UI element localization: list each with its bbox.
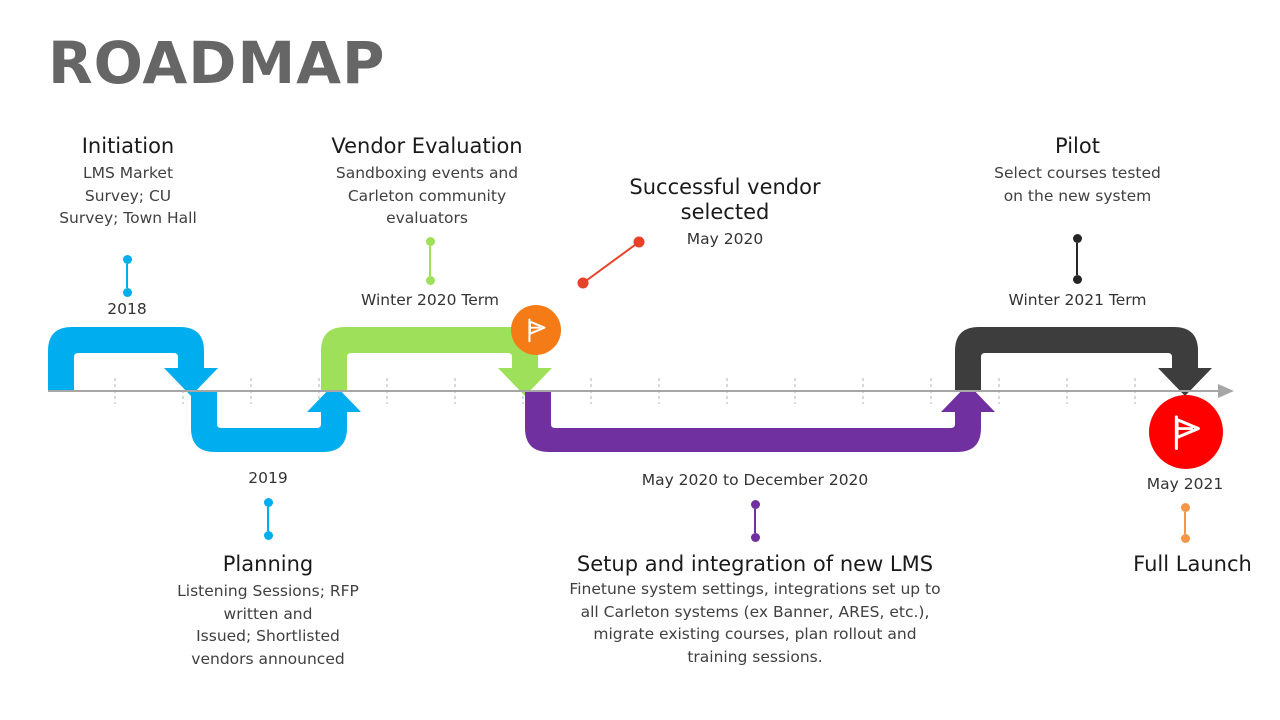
- connector-dot-bottom: [1072, 275, 1082, 284]
- connector-stem: [754, 509, 756, 533]
- milestone-vendor-evaluation: Vendor Evaluation Sandboxing events and …: [312, 134, 542, 230]
- milestone-pilot-title: Pilot: [1055, 134, 1100, 158]
- connector-stem: [429, 246, 431, 276]
- milestone-setup-integration-date: May 2020 to December 2020: [641, 471, 869, 489]
- milestone-planning-title: Planning: [222, 552, 314, 576]
- connector-dot-top: [1072, 234, 1082, 243]
- full-launch-flag-badge[interactable]: [1149, 395, 1223, 469]
- milestone-full-launch: Full Launch: [1105, 552, 1280, 577]
- milestone-vendor-evaluation-desc: Sandboxing events and Carleton community…: [335, 163, 519, 228]
- connector-dot-top: [263, 498, 273, 507]
- connector-dot-bottom: [750, 533, 760, 542]
- milestone-planning-date: 2019: [248, 469, 288, 487]
- connector-dot-top: [750, 500, 760, 509]
- connector-dot-top: [1180, 503, 1190, 512]
- milestone-pilot: Pilot Select courses tested on the new s…: [960, 134, 1195, 207]
- segment-setup-integration: [525, 384, 995, 452]
- connector-initiation: [122, 255, 132, 297]
- milestone-pilot-date-wrap: Winter 2021 Term: [980, 290, 1175, 312]
- connector-stem: [1184, 512, 1186, 534]
- milestone-successful-vendor-title: Successful vendor selected: [629, 175, 821, 224]
- flag-icon: [1174, 415, 1200, 451]
- milestone-initiation-date-wrap: 2018: [67, 299, 187, 321]
- milestone-vendor-evaluation-title: Vendor Evaluation: [331, 134, 523, 158]
- connector-setup-integration: [750, 500, 760, 542]
- milestone-setup-integration-title: Setup and integration of new LMS: [576, 552, 934, 576]
- milestone-full-launch-date: May 2021: [1146, 475, 1224, 493]
- connector-dot-bottom: [263, 531, 273, 540]
- milestone-vendor-evaluation-date: Winter 2020 Term: [361, 291, 499, 309]
- segment-initiation: [48, 327, 218, 396]
- segment-pilot: [955, 327, 1212, 396]
- connector-vendor-evaluation: [425, 237, 435, 285]
- milestone-full-launch-date-wrap: May 2021: [1120, 474, 1250, 496]
- connector-full-launch: [1180, 503, 1190, 543]
- milestone-pilot-desc: Select courses tested on the new system: [994, 163, 1161, 205]
- connector-pilot: [1072, 234, 1082, 284]
- milestone-initiation-desc: LMS Market Survey; CU Survey; Town Hall: [59, 163, 197, 228]
- milestone-successful-vendor-date: May 2020: [686, 229, 764, 248]
- connector-dot-bottom: [122, 288, 132, 297]
- connector-dot-bottom: [1180, 534, 1190, 543]
- connector-stem: [1076, 243, 1078, 275]
- milestone-planning-desc: Listening Sessions; RFP written and Issu…: [177, 581, 359, 669]
- milestone-pilot-date: Winter 2021 Term: [1008, 291, 1147, 309]
- page-title: ROADMAP: [48, 29, 386, 97]
- connector-stem: [126, 264, 128, 288]
- milestone-full-launch-title: Full Launch: [1133, 552, 1252, 576]
- milestone-setup-integration: Setup and integration of new LMS Finetun…: [530, 552, 980, 669]
- roadmap-canvas: ROADMAP Initiation LMS Market Survey; CU…: [0, 0, 1280, 720]
- milestone-planning-date-wrap: 2019: [208, 468, 328, 490]
- milestone-initiation-date: 2018: [107, 300, 147, 318]
- connector-dot-top: [425, 237, 435, 246]
- milestone-vendor-evaluation-date-wrap: Winter 2020 Term: [335, 290, 525, 312]
- milestone-setup-integration-date-wrap: May 2020 to December 2020: [605, 470, 905, 492]
- milestone-successful-vendor: Successful vendor selected May 2020: [620, 175, 830, 250]
- connector-dot-top: [122, 255, 132, 264]
- connector-planning: [263, 498, 273, 540]
- milestone-initiation-title: Initiation: [81, 134, 175, 158]
- segment-planning: [191, 384, 361, 452]
- milestone-setup-integration-desc: Finetune system settings, integrations s…: [569, 579, 941, 667]
- flag-icon: [528, 318, 546, 343]
- connector-dot-bottom: [425, 276, 435, 285]
- vendor-selected-flag-badge[interactable]: [511, 305, 561, 355]
- milestone-planning: Planning Listening Sessions; RFP written…: [158, 552, 378, 671]
- connector-stem: [267, 507, 269, 531]
- axis-arrowhead: [1218, 384, 1234, 398]
- milestone-initiation: Initiation LMS Market Survey; CU Survey;…: [28, 134, 228, 230]
